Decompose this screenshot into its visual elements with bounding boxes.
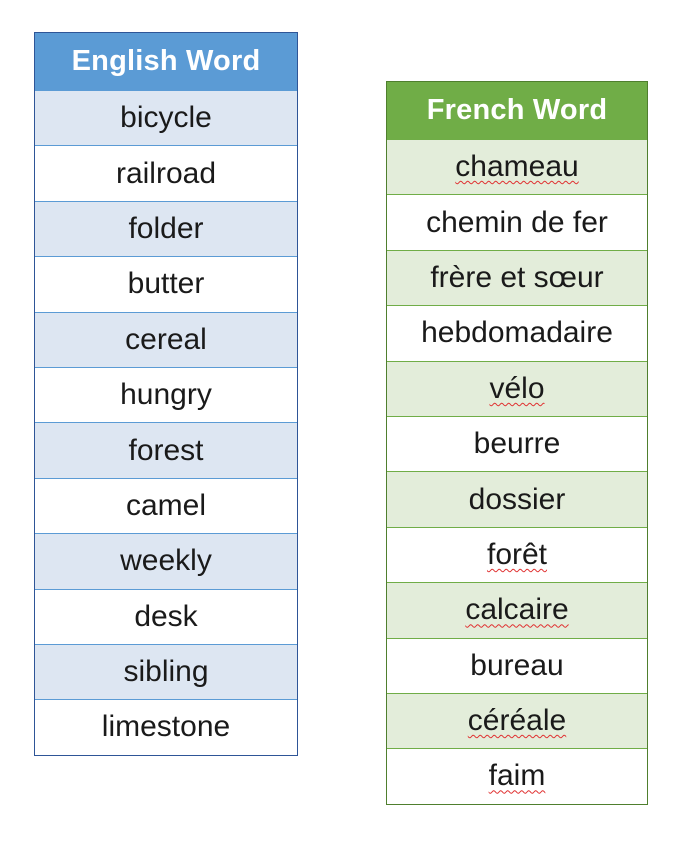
english-word: camel xyxy=(125,488,207,522)
english-word-table: English Word bicycle railroad folder but… xyxy=(34,32,298,756)
english-word: sibling xyxy=(123,655,209,689)
english-word: limestone xyxy=(101,710,231,744)
english-word: forest xyxy=(128,433,204,467)
english-word: cereal xyxy=(125,322,207,356)
french-word: chameau xyxy=(455,150,579,184)
english-word-cell: hungry xyxy=(35,366,297,423)
french-word-cell: frère et sœur xyxy=(387,249,647,306)
english-word: butter xyxy=(127,267,205,301)
french-word: frère et sœur xyxy=(430,260,604,294)
english-word-cell: railroad xyxy=(35,145,297,201)
english-word: bicycle xyxy=(120,101,212,135)
english-word-cell: cereal xyxy=(35,311,297,367)
french-word: calcaire xyxy=(465,593,569,627)
french-word-cell: dossier xyxy=(387,471,647,527)
french-word: beurre xyxy=(473,427,561,461)
french-word: vélo xyxy=(489,371,545,405)
french-word-cell: faim xyxy=(387,748,647,804)
french-word-cell: vélo xyxy=(387,360,647,416)
french-word-cell: calcaire xyxy=(387,582,647,638)
french-word: bureau xyxy=(470,648,564,682)
english-word-cell: camel xyxy=(35,477,297,534)
french-word-cell: bureau xyxy=(387,637,647,693)
french-word: dossier xyxy=(468,482,566,516)
french-table-header: French Word xyxy=(387,82,647,139)
english-word: weekly xyxy=(120,544,212,578)
english-word-cell: forest xyxy=(35,422,297,478)
french-word-cell: chameau xyxy=(387,139,647,195)
french-word: céréale xyxy=(467,704,567,738)
english-word-cell: desk xyxy=(35,588,297,644)
french-word: chemin de fer xyxy=(426,205,608,239)
french-word: hebdomadaire xyxy=(421,316,613,350)
french-word-cell: hebdomadaire xyxy=(387,305,647,361)
french-word-cell: forêt xyxy=(387,526,647,583)
english-word-cell: butter xyxy=(35,256,297,312)
english-table-header: English Word xyxy=(35,33,297,90)
english-word-cell: weekly xyxy=(35,533,297,589)
french-word-cell: céréale xyxy=(387,692,647,749)
english-word-cell: bicycle xyxy=(35,90,297,146)
english-word-cell: limestone xyxy=(35,699,297,755)
french-word: faim xyxy=(488,759,546,793)
english-word: hungry xyxy=(120,378,212,412)
french-word-cell: chemin de fer xyxy=(387,194,647,250)
french-word-table: French Word chameau chemin de fer frère … xyxy=(386,81,648,805)
english-word: desk xyxy=(134,599,198,633)
english-word: folder xyxy=(128,211,204,245)
french-word: forêt xyxy=(486,537,548,571)
english-word-cell: folder xyxy=(35,200,297,257)
english-word-cell: sibling xyxy=(35,643,297,700)
french-word-cell: beurre xyxy=(387,415,647,472)
english-word: railroad xyxy=(115,156,217,190)
